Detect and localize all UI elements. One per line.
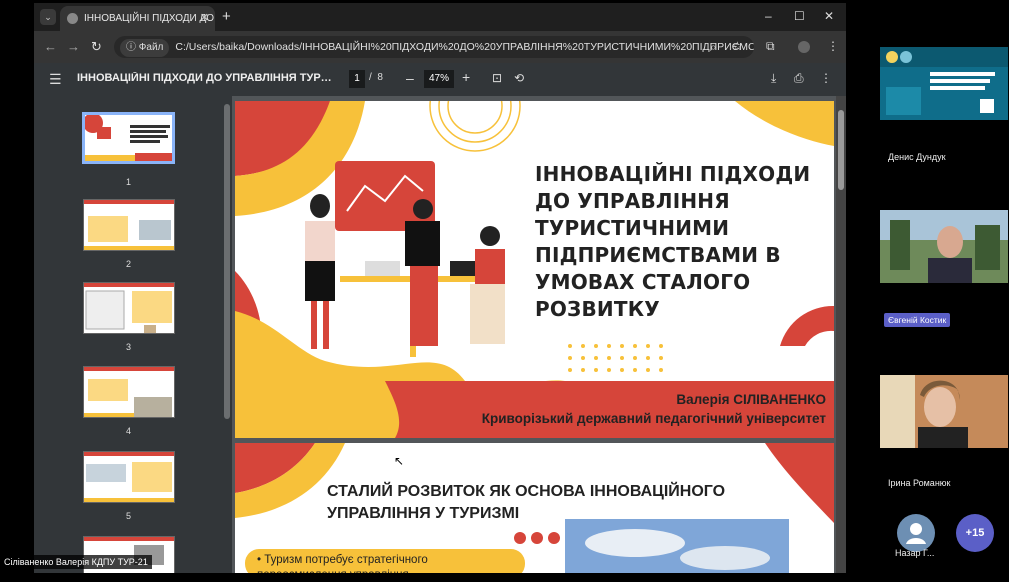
- more-participants-button[interactable]: +15: [956, 514, 994, 552]
- more-options-icon[interactable]: ⋮: [820, 71, 832, 85]
- address-bar[interactable]: ⓘ Файл C:/Users/baika/Downloads/ІННОВАЦІЙ…: [114, 36, 754, 58]
- tab-search-icon[interactable]: ⌄: [40, 9, 56, 25]
- participant-name-3: Ірина Романюк: [888, 478, 951, 488]
- thumbnail-sidebar: 1 2 3 4 5: [34, 96, 222, 573]
- page-number-input[interactable]: 1: [349, 70, 365, 88]
- close-window-button[interactable]: ✕: [824, 9, 834, 23]
- total-pages: 8: [377, 72, 383, 83]
- rotate-icon[interactable]: ⟲: [514, 71, 524, 85]
- zoom-input[interactable]: 47%: [424, 70, 454, 88]
- tab-pdf[interactable]: ІННОВАЦІЙНІ ПІДХОДИ ДО УП ✕: [60, 6, 215, 31]
- participant-avatar-4[interactable]: [897, 514, 935, 552]
- participant-name-1: Денис Дундук: [888, 152, 946, 162]
- profile-avatar[interactable]: [798, 41, 810, 53]
- fit-page-icon[interactable]: ⊡: [492, 71, 502, 85]
- new-tab-button[interactable]: +: [222, 8, 231, 25]
- page-total: / 8: [369, 72, 383, 83]
- thumbnail-page-2[interactable]: [83, 199, 175, 251]
- participant-name-2: Євгеній Костик: [884, 313, 951, 327]
- slide-2-title: СТАЛИЙ РОЗВИТОК ЯК ОСНОВА ІННОВАЦІЙНОГО …: [327, 483, 726, 522]
- thumbnail-num-1: 1: [125, 177, 131, 187]
- slide-1-university: Криворізький державний педагогічний унів…: [481, 411, 826, 426]
- thumbnail-num-4: 4: [125, 426, 131, 436]
- file-chip-label: Файл: [138, 42, 164, 53]
- pdf-viewer[interactable]: ІННОВАЦІЙНІ ПІДХОДИ ДО УПРАВЛІННЯ ТУРИСТ…: [232, 96, 836, 573]
- mouse-cursor-icon: ↖: [394, 454, 405, 468]
- thumbnail-page-1[interactable]: [82, 112, 175, 164]
- zoom-icon[interactable]: ⌕: [710, 40, 717, 55]
- viewer-scrollbar[interactable]: [836, 96, 846, 573]
- thumbnail-3-image: [84, 283, 174, 333]
- extensions-icon[interactable]: ⧉: [766, 39, 775, 54]
- slide-2: СТАЛИЙ РОЗВИТОК ЯК ОСНОВА ІННОВАЦІЙНОГО …: [235, 443, 834, 573]
- participant-video-1[interactable]: [880, 47, 1008, 120]
- thumbnail-page-3[interactable]: [83, 282, 175, 334]
- thumbnail-num-3: 3: [125, 342, 131, 352]
- participant-3-video: [880, 375, 1008, 448]
- thumbnail-page-4[interactable]: [83, 366, 175, 418]
- thumbnail-num-5: 5: [125, 511, 131, 521]
- thumbnail-page-5[interactable]: [83, 451, 175, 503]
- reload-icon[interactable]: ↻: [91, 39, 102, 55]
- close-tab-icon[interactable]: ✕: [200, 6, 209, 31]
- slide-2-bullet: • Туризм потребує стратегічного переосми…: [257, 554, 428, 573]
- participant-name-4: Назар Г...: [895, 548, 935, 558]
- back-icon[interactable]: ←: [44, 39, 57, 54]
- thumbnail-4-image: [84, 367, 174, 417]
- slide-1-title: ІННОВАЦІЙНІ ПІДХОДИ ДО УПРАВЛІННЯ ТУРИСТ…: [535, 162, 811, 321]
- sidebar-scrollbar[interactable]: [222, 96, 232, 573]
- globe-icon: [67, 13, 78, 24]
- browser-window: ⌄ ІННОВАЦІЙНІ ПІДХОДИ ДО УП ✕ + – ☐ ✕ ← …: [34, 3, 846, 573]
- zoom-in-button[interactable]: +: [462, 69, 470, 85]
- participant-video-3[interactable]: [880, 375, 1008, 448]
- meeting-screen: { "browser": { "tab_title": "ІННОВАЦІЙНІ…: [0, 0, 1009, 582]
- maximize-button[interactable]: ☐: [794, 9, 805, 23]
- address-row: ← → ↻ ⓘ Файл C:/Users/baika/Downloads/ІНН…: [34, 31, 846, 63]
- forward-icon[interactable]: →: [67, 39, 80, 54]
- participant-2-video: [880, 210, 1008, 283]
- bookmark-star-icon[interactable]: ☆: [732, 39, 743, 53]
- file-chip[interactable]: ⓘ Файл: [120, 39, 170, 57]
- download-icon[interactable]: ⤓: [771, 71, 776, 86]
- viewer-scroll-thumb[interactable]: [838, 110, 844, 190]
- menu-kebab-icon[interactable]: ⋮: [827, 39, 839, 53]
- tab-bar: ⌄ ІННОВАЦІЙНІ ПІДХОДИ ДО УП ✕ + – ☐ ✕: [34, 3, 846, 31]
- url-text: C:/Users/baika/Downloads/ІННОВАЦІЙНІ%20П…: [175, 41, 754, 53]
- slide-1-author: Валерія СІЛІВАНЕНКО: [676, 392, 826, 407]
- pdf-title: ІННОВАЦІЙНІ ПІДХОДИ ДО УПРАВЛІННЯ ТУРИСТ…: [77, 72, 337, 84]
- participant-video-2[interactable]: [880, 210, 1008, 283]
- thumbnail-2-image: [84, 200, 174, 250]
- thumbnail-num-2: 2: [125, 259, 131, 269]
- presenter-caption: Сіліваненко Валерія КДПУ ТУР-21: [0, 555, 152, 569]
- user-icon: [906, 523, 926, 544]
- zoom-out-button[interactable]: –: [406, 70, 414, 86]
- sidebar-scroll-thumb[interactable]: [224, 104, 230, 419]
- pdf-toolbar: ☰ ІННОВАЦІЙНІ ПІДХОДИ ДО УПРАВЛІННЯ ТУРИ…: [34, 63, 846, 96]
- thumbnail-1-image: [85, 115, 172, 161]
- page-separator: /: [369, 72, 372, 83]
- tab-title: ІННОВАЦІЙНІ ПІДХОДИ ДО УП: [84, 13, 215, 24]
- conference-banner-image: [880, 47, 1008, 120]
- minimize-button[interactable]: –: [765, 9, 772, 23]
- print-icon[interactable]: ⎙: [794, 71, 804, 86]
- slide-1: ІННОВАЦІЙНІ ПІДХОДИ ДО УПРАВЛІННЯ ТУРИСТ…: [235, 101, 834, 438]
- thumbnail-5-image: [84, 452, 174, 502]
- hamburger-menu-icon[interactable]: ☰: [49, 71, 62, 88]
